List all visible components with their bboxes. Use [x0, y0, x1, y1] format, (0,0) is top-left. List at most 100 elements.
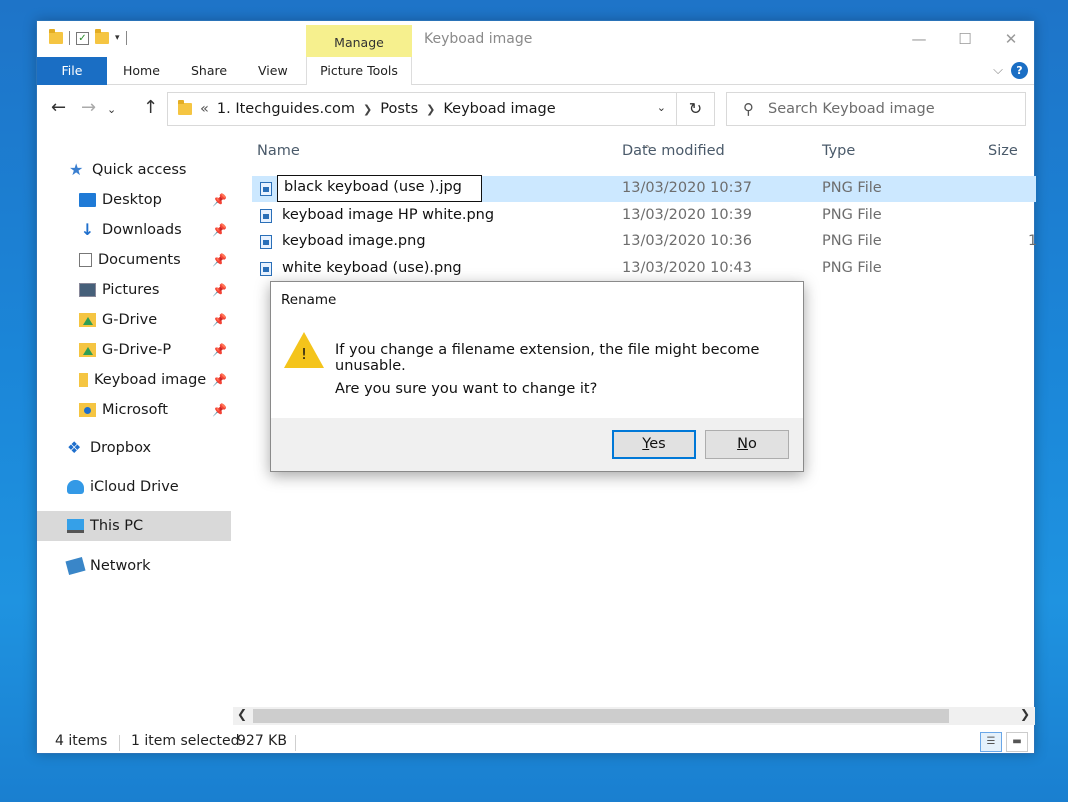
help-icon[interactable]: ?	[1011, 62, 1028, 79]
cloud-icon	[67, 480, 84, 494]
forward-arrow-icon[interactable]: →	[81, 97, 96, 118]
status-selection: 1 item selected	[131, 733, 240, 749]
pin-icon: 📌	[212, 283, 227, 297]
close-button[interactable]: ✕	[988, 21, 1034, 57]
pictures-icon	[79, 283, 96, 297]
address-history-dropdown-icon[interactable]: ⌄	[657, 101, 666, 114]
toolbar-separator	[69, 31, 70, 45]
status-size: 927 KB	[237, 733, 287, 749]
breadcrumb-item-itechguides[interactable]: 1. Itechguides.com	[217, 101, 355, 117]
status-bar: 4 items 1 item selected 927 KB ☰ ▬	[37, 731, 1034, 755]
tab-picture-tools[interactable]: Picture Tools	[306, 57, 412, 85]
file-row[interactable]: black keyboad (use ).jpg 13/03/2020 10:3…	[252, 175, 1036, 202]
title-bar: ✓ ▾ Manage Keyboad image — ☐ ✕	[37, 21, 1034, 57]
sidebar-item-label: Documents	[98, 252, 181, 268]
minimize-button[interactable]: —	[896, 21, 942, 57]
manage-contextual-tab[interactable]: Manage	[306, 25, 412, 57]
sidebar-item-network[interactable]: Network	[37, 551, 231, 581]
file-type: PNG File	[822, 207, 882, 223]
image-file-icon	[260, 262, 272, 276]
breadcrumb-item-keyboad-image[interactable]: Keyboad image	[443, 101, 555, 117]
refresh-icon[interactable]: ↻	[676, 93, 714, 125]
column-header-size[interactable]: Size	[988, 143, 1018, 159]
address-bar[interactable]: « 1. Itechguides.com ❯ Posts ❯ Keyboad i…	[167, 92, 715, 126]
breadcrumb-separator-icon[interactable]: ❯	[363, 103, 372, 116]
sidebar-item-desktop[interactable]: Desktop 📌	[37, 185, 231, 215]
pin-icon: 📌	[212, 223, 227, 237]
scroll-right-icon[interactable]: ❯	[1020, 707, 1030, 721]
sidebar-item-label: iCloud Drive	[90, 479, 179, 495]
scrollbar-thumb[interactable]	[253, 709, 949, 723]
scroll-left-icon[interactable]: ❮	[237, 707, 247, 721]
expand-ribbon-chevron-icon[interactable]: ⌵	[993, 63, 1003, 78]
warning-exclamation-icon: !	[300, 345, 307, 363]
customize-toolbar-dropdown-icon[interactable]: ▾	[115, 33, 120, 43]
gdrive-icon	[79, 343, 96, 357]
file-size: 1	[1028, 233, 1038, 249]
column-header-date-modified[interactable]: Date modified	[622, 143, 725, 159]
sidebar-item-label: G-Drive	[102, 312, 158, 328]
horizontal-scrollbar[interactable]: ❮ ❯	[233, 707, 1035, 725]
status-item-count: 4 items	[55, 733, 108, 749]
status-divider	[295, 735, 296, 751]
sidebar-item-pictures[interactable]: Pictures 📌	[37, 275, 231, 305]
yes-label: es	[649, 436, 666, 452]
sidebar-item-icloud-drive[interactable]: iCloud Drive	[37, 472, 231, 502]
pin-icon: 📌	[212, 343, 227, 357]
sidebar-item-label: Dropbox	[90, 440, 152, 456]
file-name: keyboad image.png	[282, 233, 426, 249]
sidebar-item-dropbox[interactable]: ❖ Dropbox	[37, 433, 231, 463]
sidebar-item-keyboad-image[interactable]: Keyboad image 📌	[37, 365, 231, 395]
image-file-icon	[260, 182, 272, 196]
tab-view[interactable]: View	[258, 57, 288, 85]
rename-input[interactable]: black keyboad (use ).jpg	[277, 175, 482, 202]
recent-locations-chevron-icon[interactable]: ⌄	[107, 103, 116, 116]
file-row[interactable]: keyboad image HP white.png 13/03/2020 10…	[252, 203, 1036, 229]
tab-file[interactable]: File	[37, 57, 107, 85]
large-icons-view-icon[interactable]: ▬	[1006, 732, 1028, 752]
maximize-button[interactable]: ☐	[942, 21, 988, 57]
up-arrow-icon[interactable]: ↑	[143, 97, 158, 118]
yes-button[interactable]: Yes	[612, 430, 696, 459]
breadcrumb-overflow[interactable]: «	[200, 101, 209, 117]
no-button[interactable]: No	[705, 430, 789, 459]
search-input[interactable]: ⚲ Search Keyboad image	[726, 92, 1026, 126]
folder-icon	[49, 29, 63, 44]
sidebar-item-label: Downloads	[102, 222, 182, 238]
pin-icon: 📌	[212, 253, 227, 267]
column-header-type[interactable]: Type	[822, 143, 855, 159]
file-date: 13/03/2020 10:36	[622, 233, 752, 249]
sidebar-item-quick-access[interactable]: ★ Quick access	[37, 155, 231, 185]
image-file-icon	[260, 235, 272, 249]
sidebar-item-g-drive-p[interactable]: G-Drive-P 📌	[37, 335, 231, 365]
details-view-icon[interactable]: ☰	[980, 732, 1002, 752]
sidebar-item-label: Keyboad image	[94, 372, 207, 388]
file-type: PNG File	[822, 180, 882, 196]
quick-access-toolbar: ✓ ▾	[49, 29, 127, 45]
file-date: 13/03/2020 10:43	[622, 260, 752, 276]
back-arrow-icon[interactable]: ←	[51, 97, 66, 118]
file-date: 13/03/2020 10:39	[622, 207, 752, 223]
sidebar-item-this-pc[interactable]: This PC	[37, 511, 231, 541]
column-header-name[interactable]: Name	[257, 143, 300, 159]
sidebar-item-microsoft[interactable]: Microsoft 📌	[37, 395, 231, 425]
tab-share[interactable]: Share	[191, 57, 227, 85]
breadcrumb: « 1. Itechguides.com ❯ Posts ❯ Keyboad i…	[178, 100, 556, 117]
sidebar-item-downloads[interactable]: ↓ Downloads 📌	[37, 215, 231, 245]
breadcrumb-separator-icon[interactable]: ❯	[426, 103, 435, 116]
sidebar-item-documents[interactable]: Documents 📌	[37, 245, 231, 275]
file-type: PNG File	[822, 233, 882, 249]
sidebar-item-label: Pictures	[102, 282, 160, 298]
sidebar-item-g-drive[interactable]: G-Drive 📌	[37, 305, 231, 335]
new-folder-icon[interactable]	[95, 29, 109, 44]
breadcrumb-item-posts[interactable]: Posts	[380, 101, 418, 117]
pc-icon	[67, 519, 84, 533]
document-icon	[79, 253, 92, 267]
toolbar-separator	[125, 31, 127, 45]
file-row[interactable]: white keyboad (use).png 13/03/2020 10:43…	[252, 256, 1036, 282]
file-row[interactable]: keyboad image.png 13/03/2020 10:36 PNG F…	[252, 229, 1038, 255]
dialog-question: Are you sure you want to change it?	[335, 381, 598, 397]
sidebar-item-label: Desktop	[102, 192, 162, 208]
tab-home[interactable]: Home	[123, 57, 160, 85]
properties-icon[interactable]: ✓	[76, 31, 89, 45]
